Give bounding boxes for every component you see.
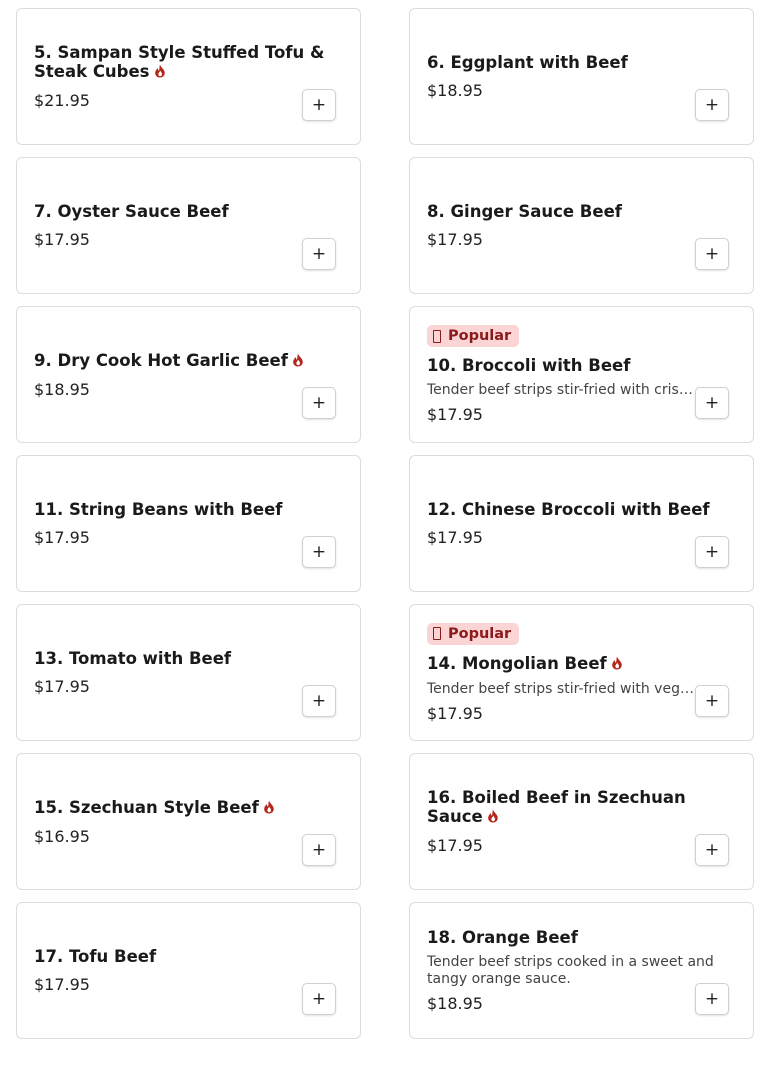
menu-item-title: 8. Ginger Sauce Beef (427, 202, 622, 221)
menu-item-card[interactable]: Popular 10. Broccoli with Beef Tender be… (409, 306, 754, 443)
menu-item-price: $17.95 (34, 677, 90, 696)
menu-item-card[interactable]: 17. Tofu Beef $17.95 + (16, 902, 361, 1039)
add-to-cart-button[interactable]: + (695, 387, 729, 419)
menu-item-title: 16. Boiled Beef in Szechuan Sauce (427, 788, 686, 827)
menu-item-description: Tender beef strips stir-fried with veget… (427, 680, 699, 697)
menu-item-title: 12. Chinese Broccoli with Beef (427, 500, 710, 519)
add-to-cart-button[interactable]: + (695, 89, 729, 121)
menu-item-price: $17.95 (34, 230, 90, 249)
menu-item-title: 6. Eggplant with Beef (427, 53, 628, 72)
menu-item-title: 10. Broccoli with Beef (427, 356, 631, 375)
menu-item-price: $18.95 (427, 81, 483, 100)
menu-item-price: $17.95 (427, 836, 483, 855)
menu-item-card[interactable]: 13. Tomato with Beef $17.95 + (16, 604, 361, 741)
menu-item-price: $21.95 (34, 91, 90, 110)
menu-item-title: 13. Tomato with Beef (34, 649, 232, 668)
menu-item-title: 15. Szechuan Style Beef (34, 798, 343, 818)
spicy-flame-icon (292, 352, 304, 371)
menu-item-title: 17. Tofu Beef (34, 947, 157, 966)
add-to-cart-button[interactable]: + (695, 536, 729, 568)
menu-item-price: $17.95 (427, 528, 483, 547)
add-to-cart-button[interactable]: + (302, 89, 336, 121)
menu-item-description: Tender beef strips stir-fried with crisp… (427, 382, 699, 398)
menu-item-title: 11. String Beans with Beef (34, 500, 283, 519)
popular-badge: Popular (427, 325, 520, 347)
menu-item-title: 14. Mongolian Beef (427, 654, 736, 674)
add-to-cart-button[interactable]: + (695, 834, 729, 866)
menu-item-card[interactable]: 7. Oyster Sauce Beef $17.95 + (16, 157, 361, 294)
menu-item-card[interactable]: 16. Boiled Beef in Szechuan Sauce $17.95… (409, 753, 754, 890)
spicy-flame-icon (154, 63, 166, 82)
add-to-cart-button[interactable]: + (695, 685, 729, 717)
add-to-cart-button[interactable]: + (695, 238, 729, 270)
menu-item-price: $17.95 (34, 528, 90, 547)
menu-item-price: $16.95 (34, 826, 90, 846)
add-to-cart-button[interactable]: + (302, 685, 336, 717)
menu-item-price: $17.95 (427, 405, 483, 424)
add-to-cart-button[interactable]: + (302, 834, 336, 866)
menu-item-description: Tender beef strips cooked in a sweet and… (427, 954, 714, 987)
menu-item-price: $18.95 (427, 994, 483, 1013)
spicy-flame-icon (263, 799, 275, 818)
menu-item-title: 7. Oyster Sauce Beef (34, 202, 229, 221)
menu-item-title: 5. Sampan Style Stuffed Tofu & Steak Cub… (34, 43, 325, 82)
add-to-cart-button[interactable]: + (302, 536, 336, 568)
menu-item-card[interactable]: 9. Dry Cook Hot Garlic Beef $18.95 + (16, 306, 361, 443)
add-to-cart-button[interactable]: + (302, 983, 336, 1015)
menu-item-price: $17.95 (34, 975, 90, 994)
add-to-cart-button[interactable]: + (695, 983, 729, 1015)
menu-item-title: 9. Dry Cook Hot Garlic Beef (34, 351, 343, 371)
menu-item-card[interactable]: 5. Sampan Style Stuffed Tofu & Steak Cub… (16, 8, 361, 145)
popular-badge-icon (433, 329, 441, 343)
menu-item-card[interactable]: 15. Szechuan Style Beef $16.95 + (16, 753, 361, 890)
menu-item-card[interactable]: 12. Chinese Broccoli with Beef $17.95 + (409, 455, 754, 592)
menu-item-card[interactable]: Popular 14. Mongolian Beef Tender beef s… (409, 604, 754, 741)
menu-grid: 5. Sampan Style Stuffed Tofu & Steak Cub… (0, 0, 770, 1084)
menu-item-card[interactable]: 11. String Beans with Beef $17.95 + (16, 455, 361, 592)
spicy-flame-icon (487, 808, 499, 827)
menu-item-price: $17.95 (427, 703, 483, 723)
spicy-flame-icon (611, 655, 623, 674)
menu-item-card[interactable]: 18. Orange Beef Tender beef strips cooke… (409, 902, 754, 1039)
menu-item-price: $17.95 (427, 230, 483, 249)
menu-item-card[interactable]: 6. Eggplant with Beef $18.95 + (409, 8, 754, 145)
add-to-cart-button[interactable]: + (302, 238, 336, 270)
popular-badge: Popular (427, 622, 520, 645)
menu-item-price: $18.95 (34, 379, 90, 399)
popular-badge-icon (433, 627, 441, 640)
add-to-cart-button[interactable]: + (302, 387, 336, 419)
menu-item-card[interactable]: 8. Ginger Sauce Beef $17.95 + (409, 157, 754, 294)
menu-item-title: 18. Orange Beef (427, 928, 578, 947)
